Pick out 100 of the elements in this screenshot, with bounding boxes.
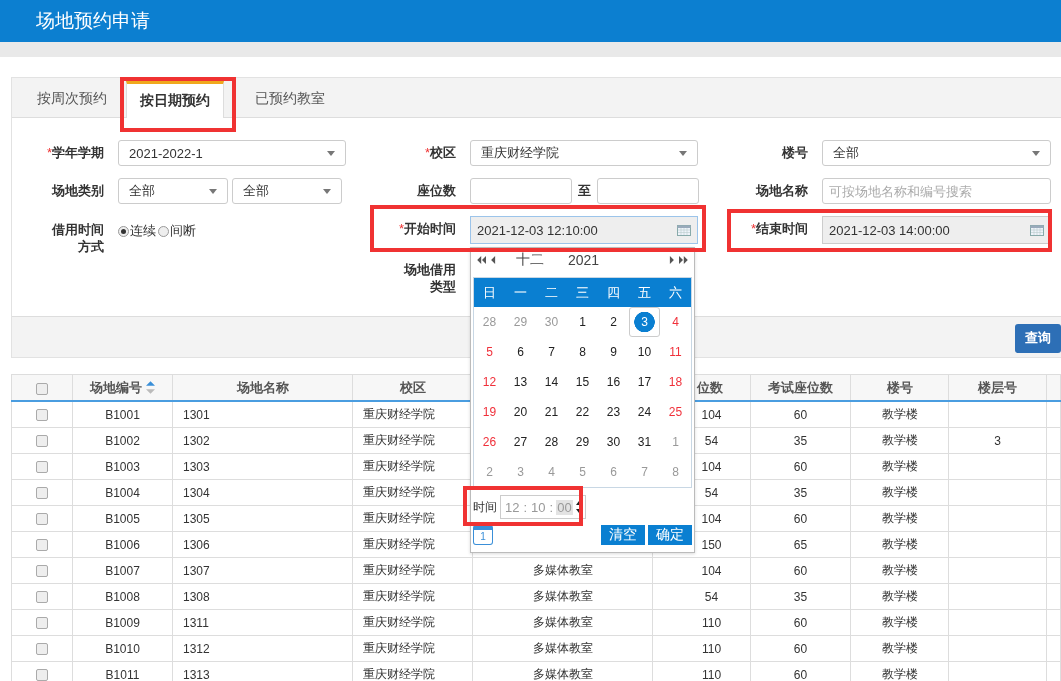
- today-button[interactable]: 1: [473, 525, 493, 545]
- table-cell: 重庆财经学院: [363, 589, 435, 603]
- calendar-day[interactable]: 13: [505, 367, 536, 397]
- table-cell: 1312: [183, 641, 210, 656]
- term-select[interactable]: 2021-2022-1: [118, 140, 346, 166]
- seats-to-field[interactable]: [597, 178, 699, 204]
- calendar-day[interactable]: 17: [629, 367, 660, 397]
- table-cell: 60: [793, 563, 808, 578]
- row-checkbox[interactable]: [36, 409, 48, 422]
- row-checkbox[interactable]: [36, 487, 48, 500]
- column-header[interactable]: 楼号: [886, 379, 913, 395]
- calendar-day[interactable]: 31: [629, 427, 660, 457]
- calendar-day[interactable]: 22: [567, 397, 598, 427]
- building-select[interactable]: 全部: [822, 140, 1051, 166]
- calendar-day[interactable]: 5: [474, 337, 505, 367]
- row-checkbox[interactable]: [36, 513, 48, 526]
- column-header[interactable]: 位数: [697, 379, 723, 395]
- table-cell: 104: [701, 407, 722, 422]
- radio-option[interactable]: 连续: [118, 222, 156, 240]
- column-header[interactable]: 场地名称: [236, 379, 289, 395]
- field-label: 楼号: [780, 144, 809, 162]
- category-select[interactable]: 全部: [232, 178, 342, 204]
- calendar-day[interactable]: 10: [629, 337, 660, 367]
- calendar-icon[interactable]: [1030, 224, 1044, 236]
- calendar-day[interactable]: 19: [474, 397, 505, 427]
- next-month-icon[interactable]: [669, 256, 674, 264]
- name-search-field[interactable]: 可按场地名称和编号搜索: [822, 178, 1051, 204]
- field-label: *学年学期: [45, 144, 105, 162]
- calendar-day[interactable]: 11: [660, 337, 691, 367]
- calendar-day[interactable]: 2: [598, 307, 629, 337]
- end-time-field[interactable]: 2021-12-03 14:00:00: [822, 216, 1051, 244]
- year-label[interactable]: 2021: [568, 252, 600, 268]
- table-cell: 60: [793, 641, 808, 656]
- weekday-label: 五: [637, 283, 652, 302]
- table-cell: 教学楼: [881, 433, 918, 447]
- tab[interactable]: 按周次预约: [24, 81, 120, 117]
- table-cell: 重庆财经学院: [363, 615, 435, 629]
- calendar-day[interactable]: 25: [660, 397, 691, 427]
- table-cell: 1303: [183, 459, 210, 474]
- calendar-day[interactable]: 8: [567, 337, 598, 367]
- previous-year-icon[interactable]: [477, 256, 487, 264]
- campus-select[interactable]: 重庆财经学院: [470, 140, 698, 166]
- table-cell: 60: [793, 407, 808, 422]
- table-cell: 1307: [183, 563, 210, 578]
- table-cell: 1306: [183, 537, 210, 552]
- month-label[interactable]: 十二: [516, 251, 544, 269]
- calendar-day[interactable]: 26: [474, 427, 505, 457]
- calendar-day[interactable]: 4: [660, 307, 691, 337]
- sort-icon[interactable]: [146, 380, 155, 394]
- table-cell: 110: [701, 667, 722, 681]
- calendar-day[interactable]: 18: [660, 367, 691, 397]
- calendar-day[interactable]: 28: [536, 427, 567, 457]
- calendar-day[interactable]: 21: [536, 397, 567, 427]
- calendar-day[interactable]: 12: [474, 367, 505, 397]
- select-all-checkbox[interactable]: [36, 382, 48, 395]
- calendar-day[interactable]: 16: [598, 367, 629, 397]
- calendar-day[interactable]: 20: [505, 397, 536, 427]
- table-cell: B1005: [105, 511, 140, 526]
- weekday-label: 一: [513, 283, 528, 302]
- next-year-icon[interactable]: [678, 256, 688, 264]
- calendar-day[interactable]: 27: [505, 427, 536, 457]
- start-time-field[interactable]: 2021-12-03 12:10:00: [470, 216, 698, 244]
- calendar-day[interactable]: 3: [629, 307, 660, 337]
- weekday-label: 六: [668, 283, 683, 302]
- row-checkbox[interactable]: [36, 435, 48, 448]
- row-checkbox[interactable]: [36, 617, 48, 630]
- row-checkbox[interactable]: [36, 643, 48, 656]
- seats-from-field[interactable]: [470, 178, 572, 204]
- table-cell: 150: [701, 537, 722, 552]
- table-cell: 1313: [183, 667, 210, 681]
- calendar-day[interactable]: 7: [536, 337, 567, 367]
- calendar-day[interactable]: 29: [567, 427, 598, 457]
- category-select[interactable]: 全部: [118, 178, 228, 204]
- clear-button[interactable]: 清空: [601, 525, 645, 545]
- table-cell: B1010: [105, 641, 140, 656]
- calendar-day[interactable]: 30: [598, 427, 629, 457]
- calendar-day[interactable]: 23: [598, 397, 629, 427]
- tab[interactable]: 按日期预约: [126, 81, 224, 118]
- table-cell: 重庆财经学院: [363, 511, 435, 525]
- row-checkbox[interactable]: [36, 591, 48, 604]
- row-checkbox[interactable]: [36, 539, 48, 552]
- calendar-day[interactable]: 14: [536, 367, 567, 397]
- calendar-icon[interactable]: [677, 224, 691, 236]
- row-checkbox[interactable]: [36, 565, 48, 578]
- row-checkbox[interactable]: [36, 461, 48, 474]
- table-cell: 60: [793, 615, 808, 630]
- calendar-day[interactable]: 15: [567, 367, 598, 397]
- calendar-day[interactable]: 9: [598, 337, 629, 367]
- previous-month-icon[interactable]: [491, 256, 496, 264]
- calendar-day[interactable]: 1: [567, 307, 598, 337]
- tab[interactable]: 已预约教室: [242, 81, 338, 117]
- table-cell: 3: [994, 433, 1001, 448]
- calendar-day[interactable]: 6: [505, 337, 536, 367]
- radio-option[interactable]: 间断: [158, 222, 196, 240]
- time-separator: :: [522, 499, 529, 515]
- confirm-button[interactable]: 确定: [648, 525, 692, 545]
- calendar-day[interactable]: 24: [629, 397, 660, 427]
- column-header[interactable]: 校区: [399, 379, 426, 395]
- query-button[interactable]: 查询: [1015, 323, 1061, 353]
- row-checkbox[interactable]: [36, 669, 48, 681]
